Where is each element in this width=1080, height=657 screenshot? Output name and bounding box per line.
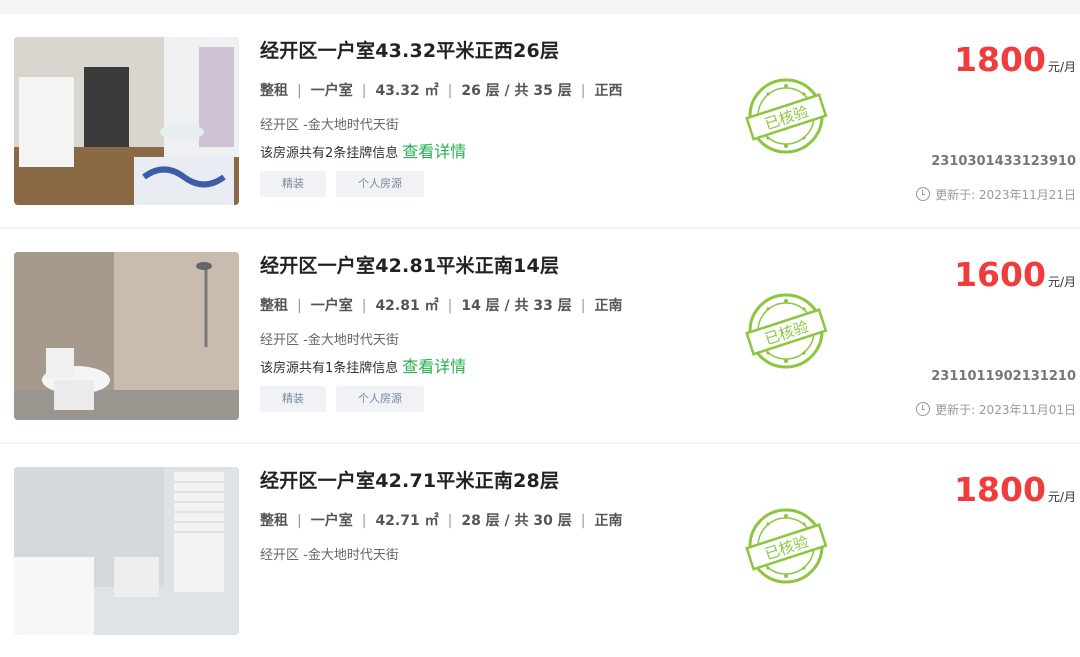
verified-stamp-icon: 已核验 <box>744 504 828 588</box>
room-layout: 一户室 <box>310 513 353 529</box>
room-area: 42.71 ㎡ <box>375 513 439 529</box>
tag-renovation: 精装 <box>260 171 326 197</box>
rent-type: 整租 <box>260 83 288 99</box>
rent-type: 整租 <box>260 513 288 529</box>
room-area: 42.81 ㎡ <box>375 298 439 314</box>
rent-type: 整租 <box>260 298 288 314</box>
listing-address: 经开区 -金大地时代天街 <box>260 548 399 563</box>
orientation: 正南 <box>594 513 623 529</box>
listing-title[interactable]: 经开区一户室42.81平米正南14层 <box>260 251 559 278</box>
price-unit: 元/月 <box>1047 60 1076 74</box>
orientation: 正西 <box>594 83 623 99</box>
view-details-link[interactable]: 查看详情 <box>402 357 466 376</box>
room-layout: 一户室 <box>310 298 353 314</box>
listing-count-text: 该房源共有2条挂牌信息 <box>260 146 399 161</box>
listing-meta: 整租 | 一户室 | 42.81 ㎡ | 14 层 / 共 33 层 | 正南 <box>260 298 623 314</box>
verified-stamp-icon: 已核验 <box>744 289 828 373</box>
listing-address: 经开区 -金大地时代天街 <box>260 118 399 133</box>
listing-tags: 精装 个人房源 <box>260 171 434 197</box>
update-date: 更新于: 2023年11月21日 <box>916 186 1076 203</box>
price-value: 1800 <box>954 470 1046 509</box>
listing-list: 经开区一户室43.32平米正西26层 整租 | 一户室 | 43.32 ㎡ | 26 层 /… <box>0 0 1080 657</box>
listing-card[interactable]: 经开区一户室42.81平米正南14层 整租 | 一户室 | 42.81 ㎡ | 14 层 /… <box>0 229 1080 442</box>
update-date: 更新于: 2023年11月01日 <box>916 401 1076 418</box>
tag-source: 个人房源 <box>336 386 424 412</box>
verified-stamp-icon: 已核验 <box>744 74 828 158</box>
tag-source: 个人房源 <box>336 171 424 197</box>
listing-price: 1800 元/月 <box>954 470 1076 509</box>
listing-count-text: 该房源共有1条挂牌信息 <box>260 361 399 376</box>
listing-meta: 整租 | 一户室 | 43.32 ㎡ | 26 层 / 共 35 层 | 正西 <box>260 83 623 99</box>
update-date-text: 更新于: 2023年11月01日 <box>935 403 1076 417</box>
tag-renovation: 精装 <box>260 386 326 412</box>
listing-address: 经开区 -金大地时代天街 <box>260 333 399 348</box>
floor-info: 26 层 / 共 35 层 <box>461 83 572 99</box>
listing-code: 2310301433123910 <box>931 154 1076 169</box>
room-photo[interactable] <box>14 37 239 205</box>
listing-meta: 整租 | 一户室 | 42.71 ㎡ | 28 层 / 共 30 层 | 正南 <box>260 513 623 529</box>
listing-price: 1800 元/月 <box>954 40 1076 79</box>
room-layout: 一户室 <box>310 83 353 99</box>
listing-price: 1600 元/月 <box>954 255 1076 294</box>
clock-icon <box>916 402 931 416</box>
update-date-text: 更新于: 2023年11月21日 <box>935 188 1076 202</box>
price-value: 1600 <box>954 255 1046 294</box>
price-unit: 元/月 <box>1047 275 1076 289</box>
listing-card[interactable]: 经开区一户室42.71平米正南28层 整租 | 一户室 | 42.71 ㎡ | 28 层 /… <box>0 444 1080 657</box>
price-value: 1800 <box>954 40 1046 79</box>
listing-code: 2311011902131210 <box>931 369 1076 384</box>
clock-icon <box>916 187 931 201</box>
view-details-link[interactable]: 查看详情 <box>402 142 466 161</box>
room-photo[interactable] <box>14 467 239 635</box>
room-area: 43.32 ㎡ <box>375 83 439 99</box>
floor-info: 14 层 / 共 33 层 <box>461 298 572 314</box>
listing-tags: 精装 个人房源 <box>260 386 434 412</box>
listing-title[interactable]: 经开区一户室43.32平米正西26层 <box>260 36 559 63</box>
price-unit: 元/月 <box>1047 490 1076 504</box>
room-photo[interactable] <box>14 252 239 420</box>
floor-info: 28 层 / 共 30 层 <box>461 513 572 529</box>
listing-count: 该房源共有1条挂牌信息 查看详情 <box>260 353 466 377</box>
listing-title[interactable]: 经开区一户室42.71平米正南28层 <box>260 466 559 493</box>
listing-card[interactable]: 经开区一户室43.32平米正西26层 整租 | 一户室 | 43.32 ㎡ | 26 层 /… <box>0 14 1080 227</box>
orientation: 正南 <box>594 298 623 314</box>
listing-count: 该房源共有2条挂牌信息 查看详情 <box>260 138 466 162</box>
